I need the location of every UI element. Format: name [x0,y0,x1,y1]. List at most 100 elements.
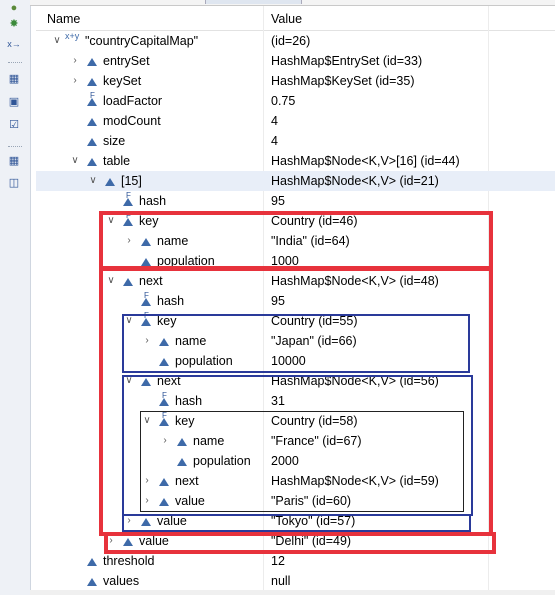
chevron-down-icon[interactable]: ∨ [124,374,134,388]
variable-value: 0.75 [271,94,296,108]
tree-row[interactable]: values null [36,571,555,591]
checklist-icon[interactable]: ☑ [6,118,22,132]
chevron-down-icon[interactable]: ∨ [142,414,152,428]
active-view-tab[interactable] [205,0,302,4]
chevron-down-icon[interactable]: ∨ [70,154,80,168]
tree-row[interactable]: › keySet HashMap$KeySet (id=35) [36,71,555,91]
field-triangle [159,358,169,366]
tree-row[interactable]: ∨ table HashMap$Node<K,V>[16] (id=44) [36,151,555,171]
variable-value: "Tokyo" (id=57) [271,514,356,528]
variable-name: threshold [103,554,155,568]
tree-row[interactable]: size 4 [36,131,555,151]
chevron-right-icon[interactable]: › [124,514,134,528]
variable-value: "India" (id=64) [271,234,350,248]
expressions-icon[interactable]: x→ [6,37,22,51]
field-triangle [87,138,97,146]
tree-row[interactable]: › name "India" (id=64) [36,231,555,251]
tree-row[interactable]: ∨ [15] HashMap$Node<K,V> (id=21) [36,171,555,191]
variable-name: modCount [103,114,161,128]
chevron-right-icon[interactable]: › [70,54,80,68]
tree-row[interactable]: population 10000 [36,351,555,371]
name-column-header[interactable]: Name [47,12,80,26]
layout-icon[interactable]: ◫ [6,176,22,190]
chevron-down-icon[interactable]: ∨ [106,274,116,288]
variable-value: 4 [271,134,278,148]
tree-row[interactable]: ∨ Fkey Country (id=58) [36,411,555,431]
tree-row[interactable]: › entrySet HashMap$EntrySet (id=33) [36,51,555,71]
field-icon [139,254,153,268]
horizontal-scrollbar[interactable] [30,590,555,595]
tree-row[interactable]: › name "Japan" (id=66) [36,331,555,351]
tree-row[interactable]: Fhash 95 [36,191,555,211]
breakpoint-icon[interactable]: ● [6,1,22,15]
variable-name: name [175,334,207,348]
variable-name: entrySet [103,54,150,68]
variable-value: HashMap$Node<K,V> (id=48) [271,274,439,288]
column-header: Name Value [36,6,555,31]
toolbar-separator [8,146,22,147]
tree-row[interactable]: › value "Paris" (id=60) [36,491,555,511]
tree-row[interactable]: Fhash 95 [36,291,555,311]
variable-value: Country (id=46) [271,214,358,228]
chevron-right-icon[interactable]: › [70,74,80,88]
variable-value: 31 [271,394,285,408]
tree-row[interactable]: Fhash 31 [36,391,555,411]
chevron-right-icon[interactable]: › [142,334,152,348]
variable-name: size [103,134,126,148]
field-triangle [141,258,151,266]
chevron-down-icon[interactable]: ∨ [106,214,116,228]
value-column-header[interactable]: Value [271,12,302,26]
field-icon [85,134,99,148]
tree-row[interactable]: › name "France" (id=67) [36,431,555,451]
tree-row[interactable]: › next HashMap$Node<K,V> (id=59) [36,471,555,491]
chevron-right-icon[interactable]: › [106,534,116,548]
field-icon [85,154,99,168]
variable-value: 95 [271,294,285,308]
tree-row[interactable]: ∨ x+y "countryCapitalMap" (id=26) [36,31,555,51]
variable-value: Country (id=58) [271,414,358,428]
field-triangle [87,158,97,166]
variable-value: 10000 [271,354,306,368]
tree-row[interactable]: threshold 12 [36,551,555,571]
field-triangle [141,518,151,526]
tree-row[interactable]: modCount 4 [36,111,555,131]
tree-row[interactable]: ∨ Fkey Country (id=46) [36,211,555,231]
chevron-down-icon[interactable]: ∨ [88,174,98,188]
field-icon [139,374,153,388]
left-toolbar: ● ✸ x→ ▦ ▣ ☑ ▦ ◫ [0,0,31,595]
chevron-down-icon[interactable]: ∨ [52,34,62,48]
chevron-right-icon[interactable]: › [142,494,152,508]
variable-value: 1000 [271,254,299,268]
collapse-icon[interactable]: ▦ [6,72,22,86]
tree-row[interactable]: FloadFactor 0.75 [36,91,555,111]
field-triangle [177,438,187,446]
tree-row[interactable]: ∨ next HashMap$Node<K,V> (id=48) [36,271,555,291]
display-icon[interactable]: ▣ [6,95,22,109]
chevron-right-icon[interactable]: › [124,234,134,248]
tree-row[interactable]: › value "Delhi" (id=49) [36,531,555,551]
variable-value: "Paris" (id=60) [271,494,352,508]
final-marker: F [126,191,131,200]
tree-row[interactable]: population 1000 [36,251,555,271]
variable-name: name [193,434,225,448]
variable-name: population [175,354,233,368]
chevron-down-icon[interactable]: ∨ [124,314,134,328]
tree-row[interactable]: population 2000 [36,451,555,471]
debug-target-icon[interactable]: ✸ [6,17,22,31]
field-triangle [87,78,97,86]
variable-name: "countryCapitalMap" [85,34,199,48]
tree-row[interactable]: ∨ next HashMap$Node<K,V> (id=56) [36,371,555,391]
chevron-right-icon[interactable]: › [160,434,170,448]
field-triangle [87,58,97,66]
field-icon [175,454,189,468]
collapse-all-icon[interactable]: ▦ [6,154,22,168]
variable-value: "France" (id=67) [271,434,362,448]
field-icon [85,54,99,68]
tree-row[interactable]: › value "Tokyo" (id=57) [36,511,555,531]
variable-value: (id=26) [271,34,311,48]
variable-value: Country (id=55) [271,314,358,328]
variable-value: HashMap$Node<K,V> (id=21) [271,174,439,188]
tree-row[interactable]: ∨ Fkey Country (id=55) [36,311,555,331]
field-icon [85,114,99,128]
chevron-right-icon[interactable]: › [142,474,152,488]
